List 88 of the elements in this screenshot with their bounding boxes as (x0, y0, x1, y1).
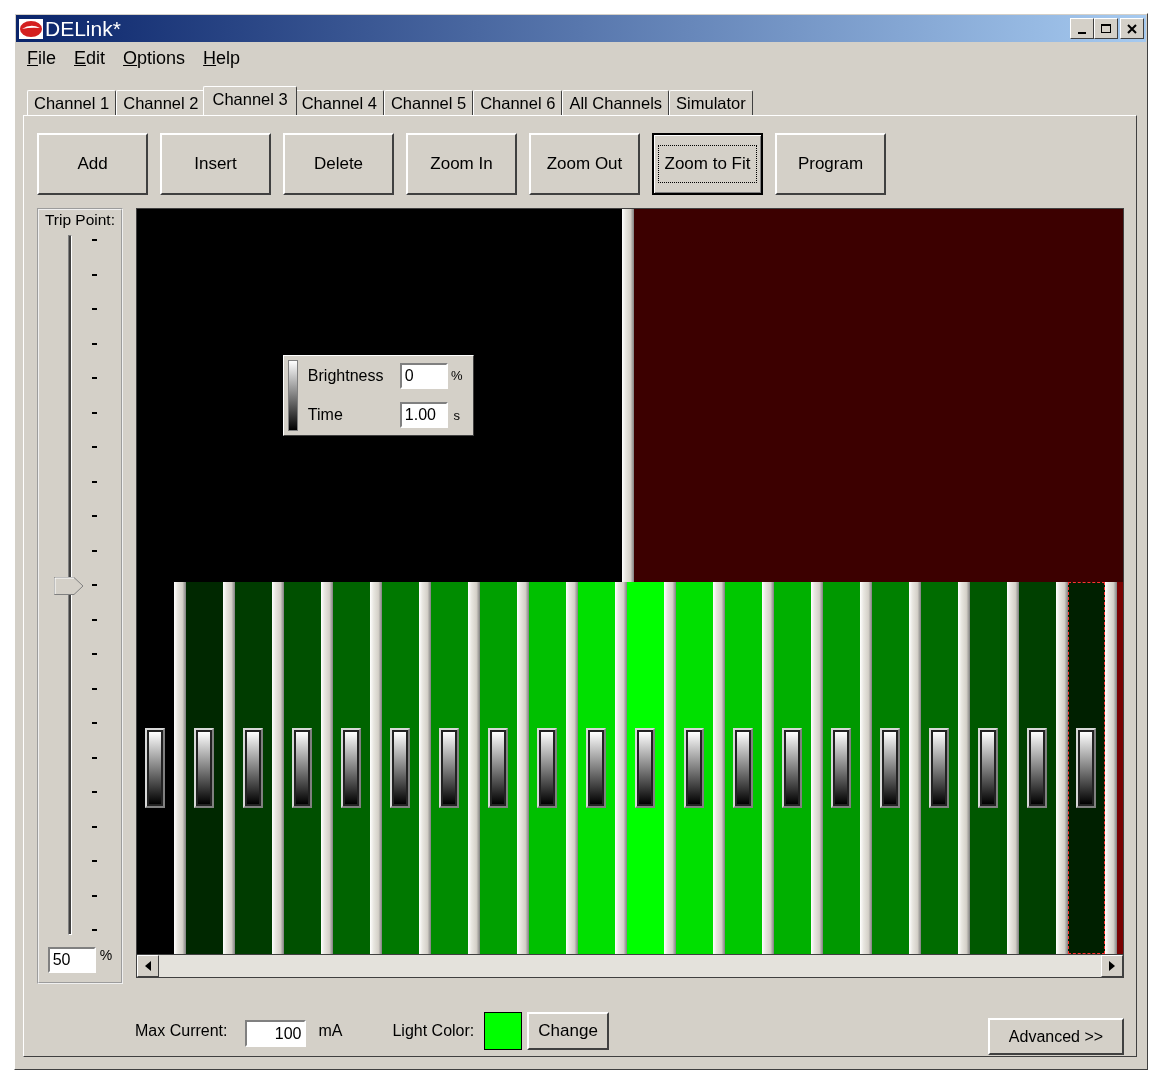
sequence-step[interactable] (577, 582, 615, 954)
sequence-step[interactable] (920, 582, 958, 954)
trip-point-field[interactable]: 50 (47, 947, 96, 973)
brightness-gradient-icon (287, 360, 298, 431)
left-arrow-icon (144, 961, 151, 971)
channel-tab[interactable]: Channel 3 (203, 86, 297, 115)
max-current-field[interactable]: 100 (245, 1020, 307, 1047)
step-handle[interactable] (586, 728, 607, 808)
step-handle[interactable] (880, 728, 901, 808)
right-arrow-icon (1109, 961, 1115, 971)
sequence-step[interactable] (479, 582, 517, 954)
toolbar-button[interactable]: Zoom Out (529, 133, 640, 195)
advanced-button[interactable]: Advanced >> (988, 1018, 1124, 1055)
channel-tab[interactable]: Channel 1 (27, 90, 117, 115)
maximize-button[interactable] (1094, 18, 1118, 39)
step-handle[interactable] (782, 728, 803, 808)
menu-item[interactable]: Edit (65, 47, 115, 69)
sequence-step[interactable] (626, 582, 664, 954)
unit-label: % (99, 947, 113, 963)
step-handle[interactable] (439, 728, 460, 808)
step-handle[interactable] (243, 728, 264, 808)
sequence-step[interactable] (234, 582, 272, 954)
channel-tab[interactable]: Channel 5 (383, 90, 474, 115)
step-handle[interactable] (488, 728, 509, 808)
menu-item[interactable]: File (18, 47, 65, 69)
minimize-button[interactable] (1070, 18, 1094, 39)
toolbar-button[interactable]: Zoom In (406, 133, 517, 195)
sequence-step[interactable] (675, 582, 713, 954)
close-button[interactable] (1120, 18, 1144, 39)
sequence-step[interactable] (430, 582, 468, 954)
toolbar-button[interactable]: Add (37, 133, 148, 195)
menu-item[interactable]: Options (114, 47, 195, 69)
step-handle[interactable] (635, 728, 656, 808)
close-icon (1127, 23, 1137, 34)
scroll-left-button[interactable] (136, 955, 159, 977)
unit-label: % (450, 368, 464, 384)
maximize-icon (1101, 23, 1111, 34)
app-icon (19, 18, 43, 39)
sequence-step[interactable] (528, 582, 566, 954)
slider-thumb[interactable] (53, 577, 84, 595)
field-label: Time (307, 406, 344, 425)
sequence-step[interactable] (822, 582, 860, 954)
step-handle[interactable] (831, 728, 852, 808)
menu-item[interactable]: Help (194, 47, 250, 69)
step-handle[interactable] (194, 728, 215, 808)
step-handle[interactable] (1027, 728, 1048, 808)
toolbar-button[interactable]: Delete (283, 133, 394, 195)
step-handle[interactable] (684, 728, 705, 808)
sequence-step[interactable] (283, 582, 321, 954)
step-separator[interactable] (1104, 582, 1117, 954)
unit-label: mA (318, 1021, 343, 1040)
minimize-icon (1078, 31, 1086, 34)
toolbar-button[interactable]: Zoom to Fit (652, 133, 763, 195)
sequence-step[interactable] (969, 582, 1007, 954)
light-color-label: Light Color: (392, 1021, 475, 1040)
step-handle[interactable] (537, 728, 558, 808)
sequence-step[interactable] (1018, 582, 1056, 954)
step-handle[interactable] (341, 728, 362, 808)
sequence-step[interactable] (724, 582, 762, 954)
sequence-step[interactable] (773, 582, 811, 954)
step-handle[interactable] (390, 728, 411, 808)
max-current-label: Max Current: (135, 1021, 228, 1040)
group-label: Trip Point: (44, 211, 115, 229)
sequence-step[interactable] (1067, 582, 1105, 954)
horizontal-scrollbar[interactable] (135, 955, 1124, 978)
unit-label: s (452, 407, 462, 423)
toolbar-button[interactable]: Insert (160, 133, 271, 195)
step-handle[interactable] (145, 728, 166, 808)
sequence-step[interactable] (185, 582, 223, 954)
scroll-right-button[interactable] (1101, 955, 1123, 977)
field-label: Brightness (307, 366, 385, 385)
sequence-step[interactable] (332, 582, 370, 954)
toolbar-button[interactable]: Program (775, 133, 886, 195)
sequence-step[interactable] (381, 582, 419, 954)
brightness-field[interactable]: 0 (399, 362, 448, 389)
step-handle[interactable] (929, 728, 950, 808)
step-handle[interactable] (978, 728, 999, 808)
step-handle[interactable] (733, 728, 754, 808)
change-button[interactable]: Change (527, 1011, 609, 1050)
step-handle[interactable] (1076, 728, 1097, 808)
time-field[interactable]: 1.00 (399, 402, 448, 429)
channel-tab[interactable]: Channel 6 (473, 90, 563, 115)
channel-tab[interactable]: All Channels (562, 90, 670, 115)
sequence-step[interactable] (871, 582, 909, 954)
step-handle[interactable] (292, 728, 313, 808)
window-title: DELink* (45, 16, 121, 41)
channel-tab[interactable]: Simulator (669, 90, 753, 115)
channel-tab[interactable]: Channel 4 (294, 90, 384, 115)
